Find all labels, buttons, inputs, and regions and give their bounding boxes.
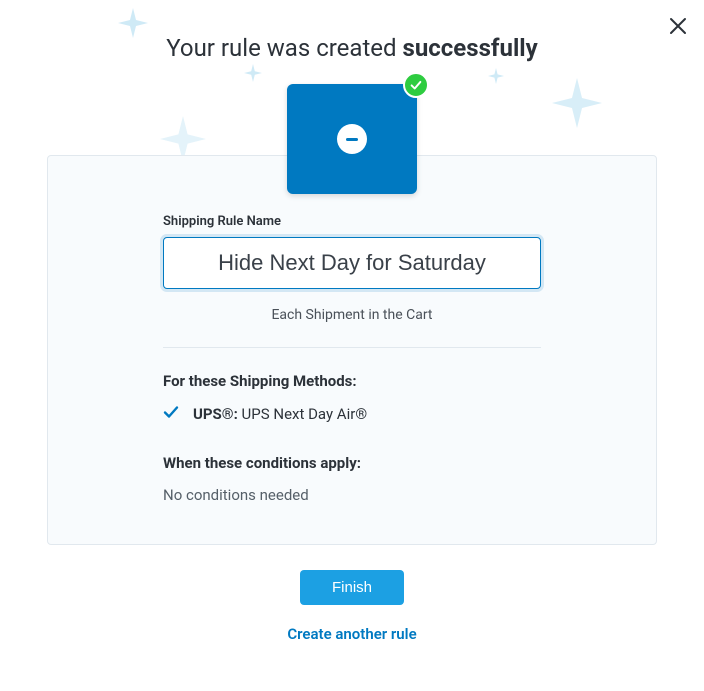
create-another-link[interactable]: Create another rule bbox=[287, 625, 416, 643]
shipping-method-item: UPS®: UPS Next Day Air® bbox=[163, 404, 541, 424]
success-badge bbox=[403, 72, 429, 98]
shipping-method-text: UPS®: UPS Next Day Air® bbox=[193, 405, 367, 423]
conditions-heading: When these conditions apply: bbox=[163, 454, 541, 472]
dialog-title-emphasis: successfully bbox=[403, 34, 538, 62]
shipping-methods-heading: For these Shipping Methods: bbox=[163, 372, 541, 390]
check-icon bbox=[409, 78, 423, 92]
summary-panel: Shipping Rule Name Each Shipment in the … bbox=[47, 155, 657, 545]
rule-scope-text: Each Shipment in the Cart bbox=[163, 307, 541, 323]
dialog-title: Your rule was created successfully bbox=[0, 34, 704, 62]
rule-name-label: Shipping Rule Name bbox=[163, 214, 541, 229]
conditions-none-text: No conditions needed bbox=[163, 486, 541, 504]
divider bbox=[163, 347, 541, 348]
dialog-actions: Finish Create another rule bbox=[0, 570, 704, 643]
rule-name-input[interactable] bbox=[163, 237, 541, 289]
hide-minus-icon bbox=[337, 124, 367, 154]
sparkle-icon bbox=[552, 78, 602, 128]
finish-button[interactable]: Finish bbox=[300, 570, 404, 605]
dialog-title-prefix: Your rule was created bbox=[166, 34, 402, 62]
sparkle-icon bbox=[244, 64, 262, 82]
check-icon bbox=[163, 404, 179, 424]
rule-type-card bbox=[287, 84, 417, 194]
service-name: UPS Next Day Air® bbox=[242, 405, 368, 423]
sparkle-icon bbox=[488, 68, 504, 84]
carrier-name: UPS®: bbox=[193, 405, 238, 423]
